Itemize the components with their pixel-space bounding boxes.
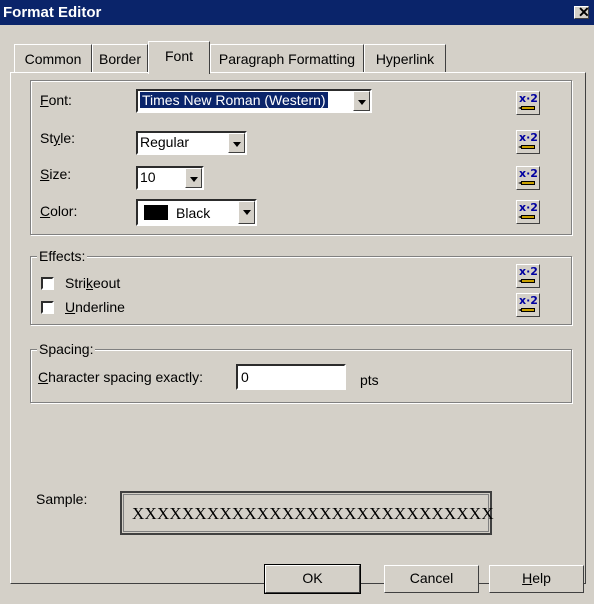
title-bar: Format Editor ✕ [0,0,594,25]
char-spacing-value: 0 [241,369,249,385]
pencil-icon [518,145,535,149]
font-select[interactable]: Times New Roman (Western) [136,89,372,113]
tab-border[interactable]: Border [92,44,148,72]
tab-common[interactable]: Common [14,44,92,72]
font-select-value: Times New Roman (Western) [140,92,328,108]
pencil-icon [518,181,535,185]
size-select[interactable]: 10 [136,166,204,190]
close-button[interactable]: ✕ [574,4,590,20]
sample-preview: XXXXXXXXXXXXXXXXXXXXXXXXXXXXX [120,491,494,535]
tab-label: Common [24,51,82,67]
help-label: elp [532,570,551,586]
spacing-title: Spacing: [37,341,96,357]
strikeout-formula-button[interactable]: x·2 [516,264,540,288]
chevron-down-icon[interactable] [185,168,202,188]
chevron-down-icon[interactable] [238,201,255,224]
font-label: Font: [40,92,72,108]
formula-x2-icon: x·2 [519,294,538,307]
pencil-icon [518,215,535,219]
tab-label: Paragraph Formatting [218,51,356,67]
effects-title: Effects: [37,248,88,264]
close-icon: ✕ [578,4,590,20]
formula-x2-icon: x·2 [519,131,538,144]
sample-text: XXXXXXXXXXXXXXXXXXXXXXXXXXXXX [132,504,494,523]
chevron-down-icon[interactable] [228,133,245,153]
tab-label: Hyperlink [375,51,435,67]
char-spacing-label: Character spacing exactly: [38,369,203,385]
style-select-value: Regular [140,134,190,150]
tab-label: Font [164,48,193,64]
size-label: Size: [40,166,72,182]
ok-button[interactable]: OK [264,564,361,594]
color-label: Color: [40,203,78,219]
style-select[interactable]: Regular [136,131,247,155]
color-select[interactable]: Black [136,199,257,226]
tab-font[interactable]: Font [148,41,210,74]
formula-x2-icon: x·2 [519,265,538,278]
sample-label: Sample: [36,491,88,507]
underline-checkbox[interactable] [41,301,54,314]
color-formula-button[interactable]: x·2 [516,200,540,224]
color-select-value: Black [176,205,211,221]
size-select-value: 10 [140,169,156,185]
formula-x2-icon: x·2 [519,167,538,180]
tab-paragraph-formatting[interactable]: Paragraph Formatting [210,44,364,72]
style-formula-button[interactable]: x·2 [516,130,540,154]
ok-label: OK [302,570,323,586]
pencil-icon [518,106,535,110]
strikeout-checkbox[interactable] [41,277,54,290]
help-label-accel: H [522,570,533,586]
underline-label: Underline [65,299,125,315]
style-label: Style: [40,130,76,146]
tab-label: Border [98,51,142,67]
window-title: Format Editor [3,4,102,21]
color-swatch [144,205,168,220]
strikeout-label: Strikeout [65,275,121,291]
cancel-label: Cancel [409,570,454,586]
char-spacing-unit: pts [360,372,379,388]
char-spacing-input[interactable]: 0 [236,364,346,390]
help-button[interactable]: Help [489,565,584,593]
tab-hyperlink[interactable]: Hyperlink [364,44,446,72]
underline-formula-button[interactable]: x·2 [516,293,540,317]
formula-x2-icon: x·2 [519,201,538,214]
chevron-down-icon[interactable] [353,91,370,111]
font-formula-button[interactable]: x·2 [516,91,540,115]
cancel-button[interactable]: Cancel [384,565,479,593]
size-formula-button[interactable]: x·2 [516,166,540,190]
formula-x2-icon: x·2 [519,92,538,105]
pencil-icon [518,279,535,283]
pencil-icon [518,308,535,312]
